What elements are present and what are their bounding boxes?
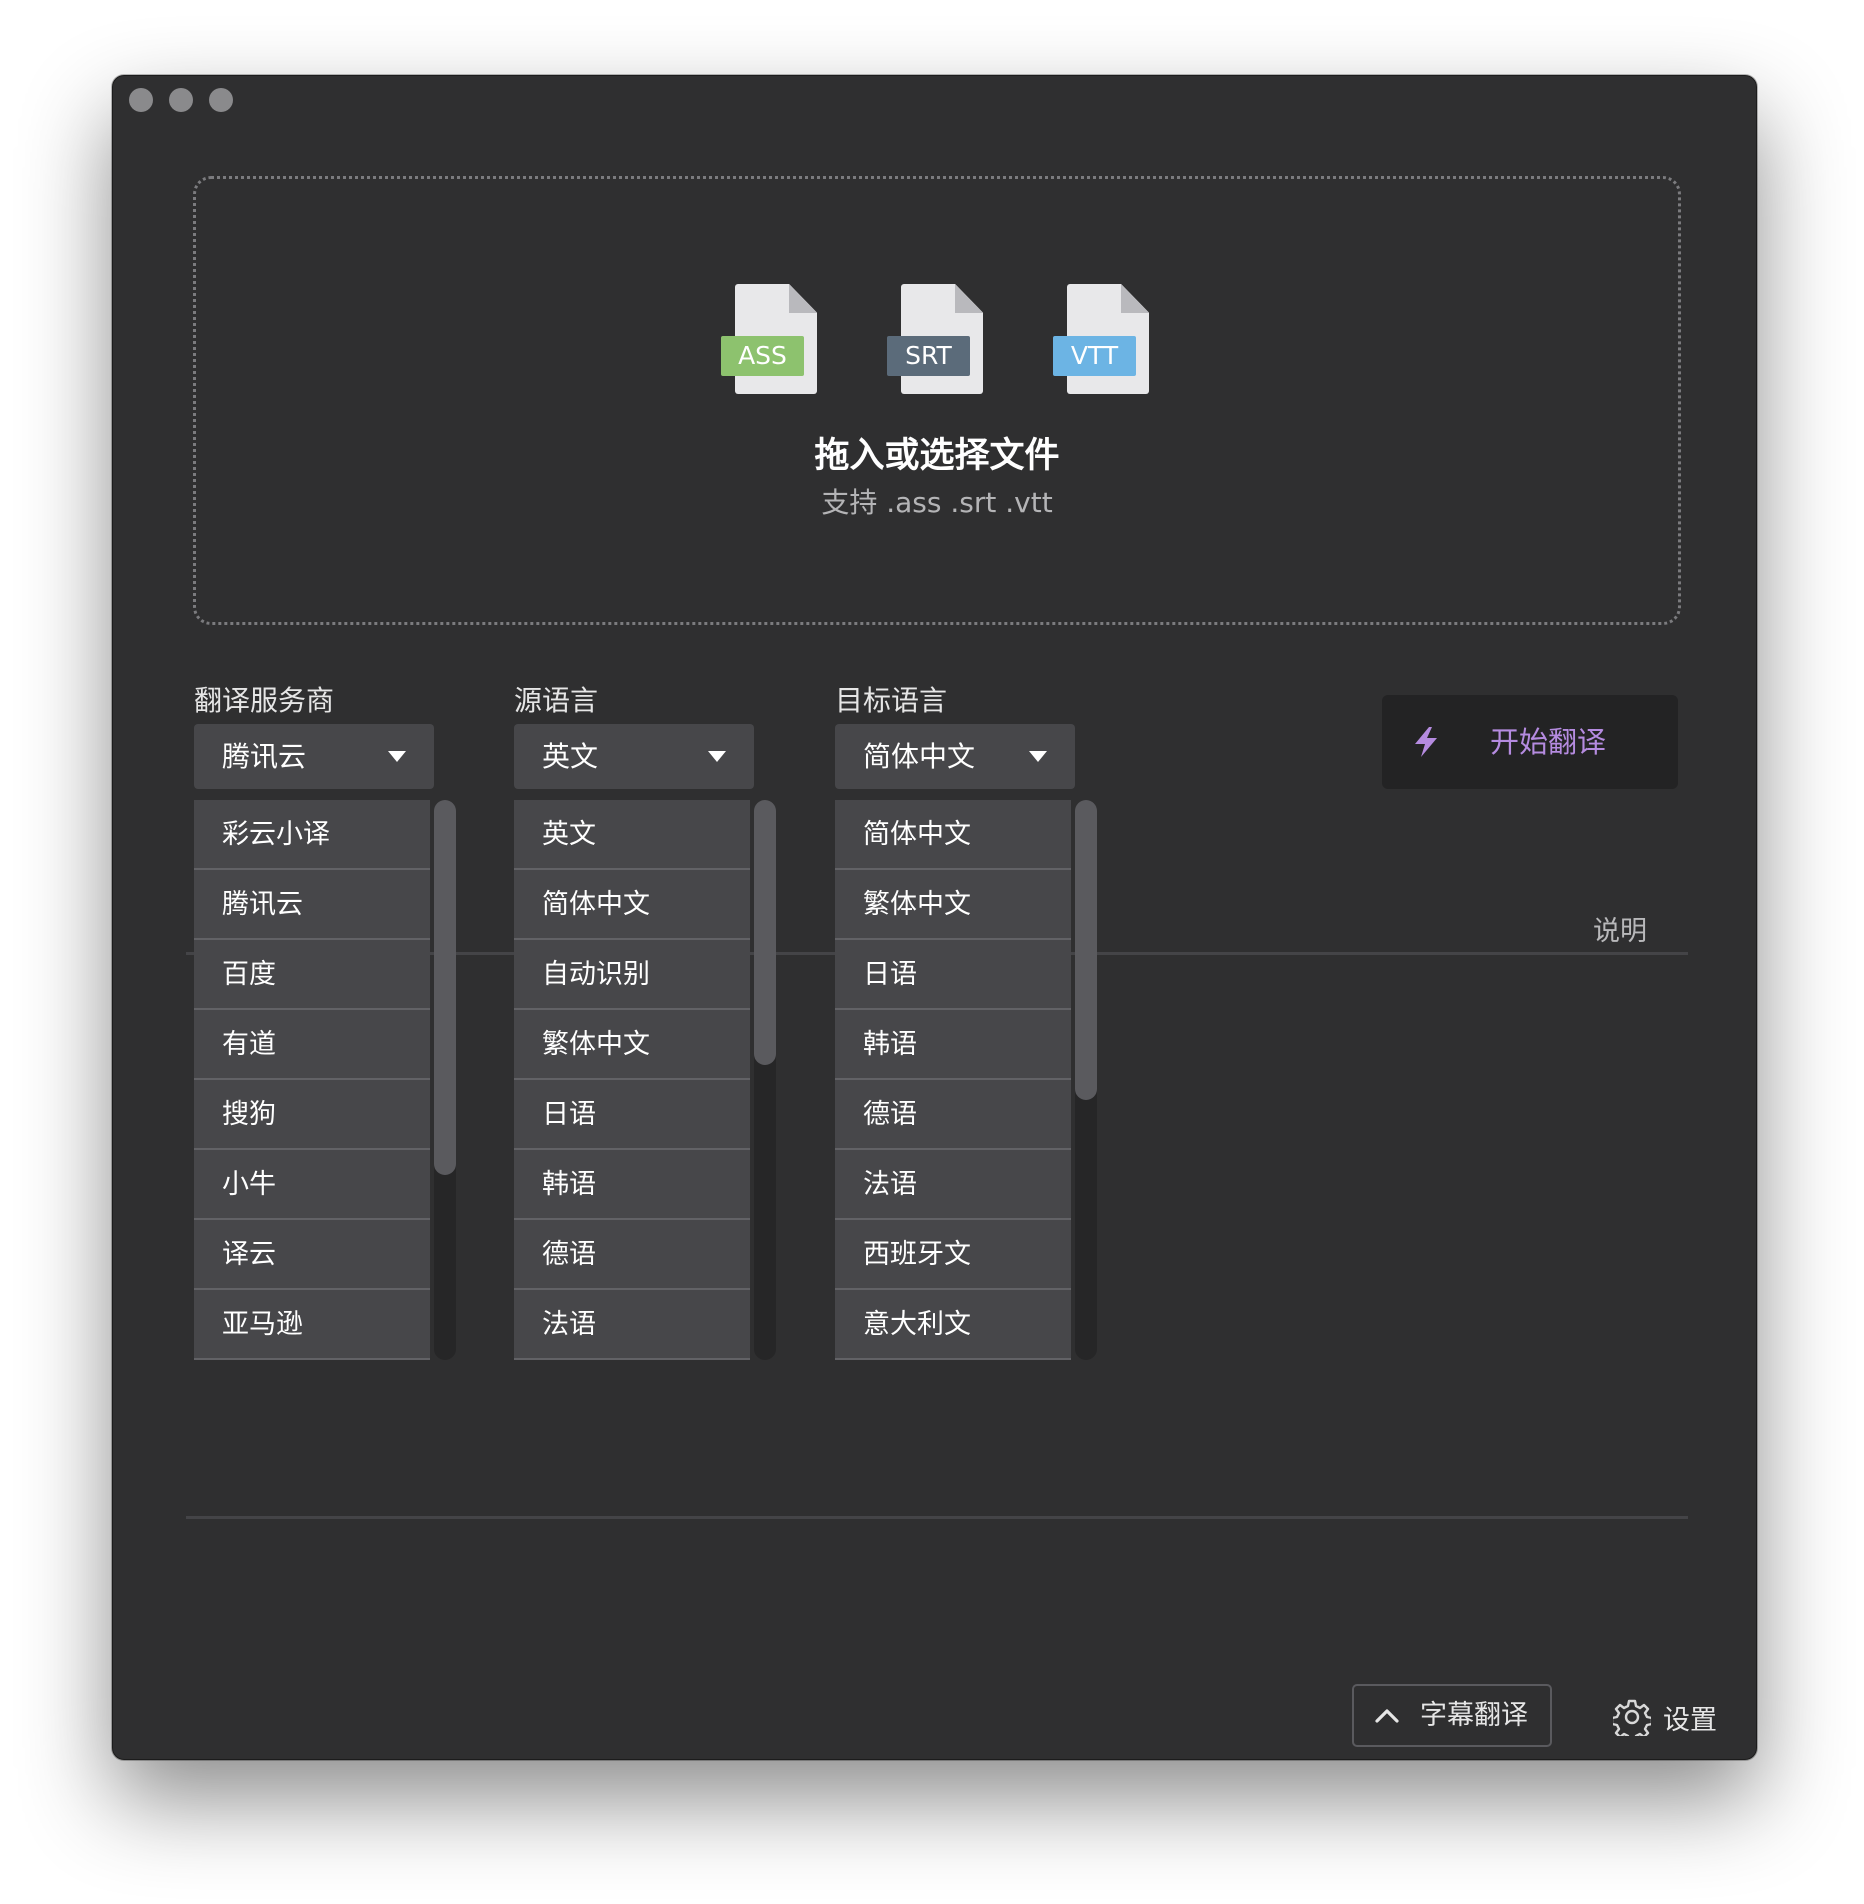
provider-option[interactable]: 有道 — [194, 1010, 430, 1080]
provider-option[interactable]: 百度 — [194, 940, 430, 1010]
settings-label: 设置 — [1663, 1704, 1717, 1736]
target-language-label: 目标语言 — [835, 684, 948, 717]
caret-down-icon — [708, 751, 726, 762]
caret-down-icon — [388, 751, 406, 762]
source-language-option[interactable]: 德语 — [514, 1220, 750, 1290]
source-language-selected-value: 英文 — [542, 740, 599, 773]
table-header-description: 说明 — [1593, 916, 1647, 947]
settings-button[interactable]: 设置 — [1613, 1689, 1717, 1745]
window-controls — [129, 88, 233, 112]
zoom-window-button[interactable] — [209, 88, 233, 112]
file-type-tag: ASS — [721, 336, 804, 376]
lightning-icon — [1415, 727, 1437, 757]
target-language-dropdown: 简体中文 繁体中文 日语 韩语 德语 法语 西班牙文 意大利文 — [835, 800, 1097, 1360]
scrollbar-thumb[interactable] — [754, 800, 776, 1065]
provider-label: 翻译服务商 — [194, 684, 335, 717]
provider-select[interactable]: 腾讯云 — [194, 724, 434, 789]
start-translation-label: 开始翻译 — [1490, 725, 1607, 759]
provider-scrollbar[interactable] — [434, 800, 456, 1360]
target-language-option[interactable]: 简体中文 — [835, 800, 1071, 870]
dropzone-subtitle: 支持 .ass .srt .vtt — [821, 486, 1053, 519]
provider-selected-value: 腾讯云 — [222, 740, 307, 773]
provider-dropdown: 彩云小译 腾讯云 百度 有道 搜狗 小牛 译云 亚马逊 — [194, 800, 456, 1360]
chevron-up-icon — [1375, 1709, 1399, 1723]
file-type-tag: VTT — [1053, 336, 1136, 376]
file-drop-zone[interactable]: ASS SRT VTT 拖入或选择文件 支持 .ass .srt .vtt — [193, 176, 1681, 625]
source-language-select[interactable]: 英文 — [514, 724, 754, 789]
source-language-dropdown: 英文 简体中文 自动识别 繁体中文 日语 韩语 德语 法语 — [514, 800, 776, 1360]
provider-option[interactable]: 搜狗 — [194, 1080, 430, 1150]
mode-toggle-button[interactable]: 字幕翻译 — [1352, 1684, 1552, 1747]
source-language-option[interactable]: 日语 — [514, 1080, 750, 1150]
target-language-option[interactable]: 日语 — [835, 940, 1071, 1010]
provider-option[interactable]: 小牛 — [194, 1150, 430, 1220]
target-language-scrollbar[interactable] — [1075, 800, 1097, 1360]
source-language-option[interactable]: 英文 — [514, 800, 750, 870]
provider-option[interactable]: 腾讯云 — [194, 870, 430, 940]
source-language-label: 源语言 — [514, 684, 599, 717]
source-language-option[interactable]: 简体中文 — [514, 870, 750, 940]
provider-option[interactable]: 亚马逊 — [194, 1290, 430, 1360]
source-language-option[interactable]: 繁体中文 — [514, 1010, 750, 1080]
vtt-file-icon: VTT — [1053, 284, 1153, 396]
provider-option[interactable]: 彩云小译 — [194, 800, 430, 870]
target-language-select[interactable]: 简体中文 — [835, 724, 1075, 789]
app-window: ASS SRT VTT 拖入或选择文件 支持 .ass .srt .vtt 名 … — [112, 75, 1757, 1760]
source-language-scrollbar[interactable] — [754, 800, 776, 1360]
target-language-option[interactable]: 韩语 — [835, 1010, 1071, 1080]
caret-down-icon — [1029, 751, 1047, 762]
ass-file-icon: ASS — [721, 284, 821, 396]
srt-file-icon: SRT — [887, 284, 987, 396]
target-language-selected-value: 简体中文 — [863, 740, 976, 773]
minimize-window-button[interactable] — [169, 88, 193, 112]
source-language-option[interactable]: 法语 — [514, 1290, 750, 1360]
target-language-option[interactable]: 繁体中文 — [835, 870, 1071, 940]
dropzone-title: 拖入或选择文件 — [814, 436, 1060, 476]
source-language-option[interactable]: 韩语 — [514, 1150, 750, 1220]
scrollbar-thumb[interactable] — [434, 800, 456, 1175]
gear-icon — [1613, 1699, 1651, 1736]
scrollbar-thumb[interactable] — [1075, 800, 1097, 1100]
mode-toggle-label: 字幕翻译 — [1420, 1700, 1528, 1731]
target-language-option[interactable]: 法语 — [835, 1150, 1071, 1220]
source-language-option[interactable]: 自动识别 — [514, 940, 750, 1010]
provider-option[interactable]: 译云 — [194, 1220, 430, 1290]
target-language-option[interactable]: 意大利文 — [835, 1290, 1071, 1360]
start-translation-button[interactable]: 开始翻译 — [1382, 695, 1678, 789]
file-type-icons: ASS SRT VTT — [196, 284, 1678, 396]
target-language-option[interactable]: 西班牙文 — [835, 1220, 1071, 1290]
close-window-button[interactable] — [129, 88, 153, 112]
file-type-tag: SRT — [887, 336, 970, 376]
table-bottom-divider — [186, 1516, 1688, 1519]
target-language-option[interactable]: 德语 — [835, 1080, 1071, 1150]
